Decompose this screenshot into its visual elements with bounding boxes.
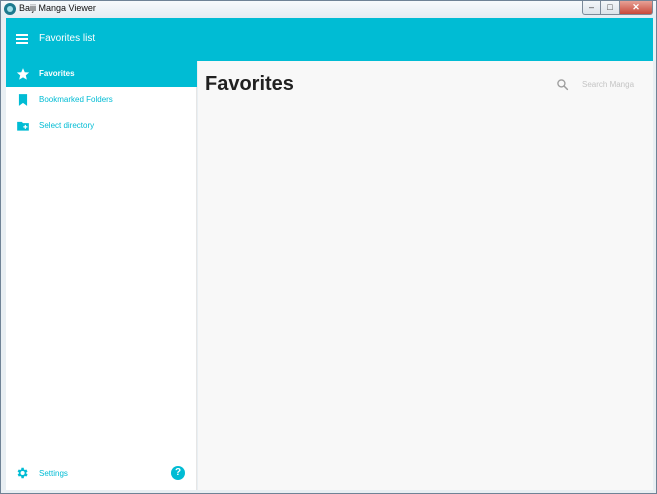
- page-title: Favorites: [205, 73, 294, 95]
- window-controls: – □ ✕: [582, 1, 653, 15]
- sidebar-item-label: Bookmarked Folders: [39, 95, 113, 104]
- menu-icon[interactable]: [16, 34, 28, 44]
- sidebar-item-label: Favorites: [39, 69, 75, 78]
- window-title: Baiji Manga Viewer: [19, 3, 96, 13]
- app-window: Baiji Manga Viewer – □ ✕ Favorites list …: [0, 0, 657, 494]
- sidebar: Favorites Bookmarked Folders Select dire…: [6, 61, 197, 490]
- search-icon[interactable]: [556, 78, 569, 91]
- title-bar[interactable]: Baiji Manga Viewer – □ ✕: [1, 1, 656, 18]
- main-content: Favorites: [198, 61, 653, 490]
- sidebar-item-select-directory[interactable]: Select directory: [6, 113, 197, 139]
- app-bar-title: Favorites list: [39, 33, 96, 44]
- sidebar-item-label: Select directory: [39, 121, 95, 130]
- minimize-button[interactable]: –: [582, 1, 601, 15]
- gear-icon[interactable]: [15, 466, 29, 480]
- sidebar-footer: Settings ?: [6, 464, 197, 484]
- bookmark-icon: [18, 94, 28, 106]
- settings-link[interactable]: Settings: [39, 469, 68, 478]
- app-bar: Favorites list: [6, 18, 653, 61]
- maximize-button[interactable]: □: [601, 1, 620, 15]
- sidebar-item-favorites[interactable]: Favorites: [6, 61, 197, 87]
- folder-add-icon: [17, 121, 29, 131]
- app-logo-icon: [4, 3, 16, 15]
- sidebar-item-bookmarked-folders[interactable]: Bookmarked Folders: [6, 87, 197, 113]
- star-icon: [16, 68, 30, 80]
- close-button[interactable]: ✕: [620, 1, 653, 15]
- search-input[interactable]: [582, 76, 648, 92]
- help-icon[interactable]: ?: [171, 466, 185, 480]
